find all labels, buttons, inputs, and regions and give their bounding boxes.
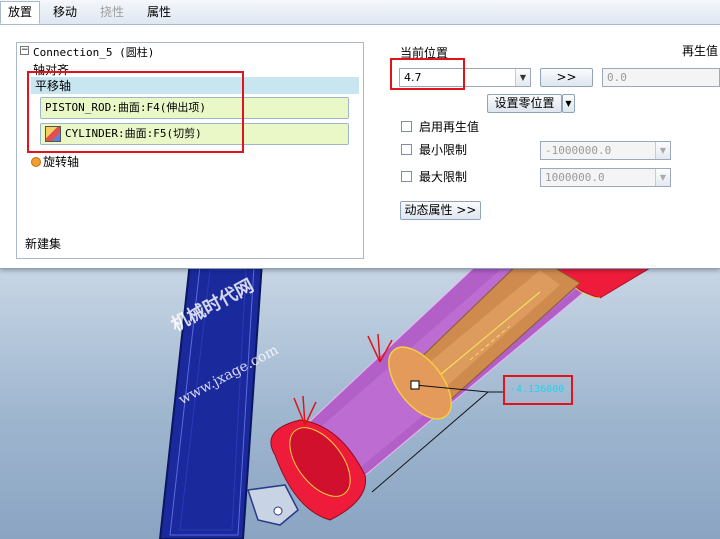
set-zero-position-button[interactable]: 设置零位置 [487, 94, 562, 113]
regen-value-label: 再生值 [682, 44, 719, 58]
apply-arrow-button[interactable]: >> [540, 68, 593, 87]
rotation-axis-bullet-icon [31, 157, 41, 167]
model-scene [158, 262, 661, 539]
regen-value-text: 0.0 [607, 71, 627, 84]
tab-move[interactable]: 移动 [46, 2, 84, 23]
dimension-value[interactable]: -4.136000 [510, 384, 564, 395]
min-limit-field: -1000000.0 ▼ [540, 141, 671, 160]
placement-dialog: 放置 移动 挠性 属性 − Connection_5 (圆柱) 轴对齐 平移轴 … [0, 0, 720, 269]
tab-flexibility: 挠性 [100, 5, 125, 19]
tab-bar: 放置 移动 挠性 属性 [0, 0, 720, 25]
min-limit-checkbox[interactable] [401, 144, 412, 155]
model-viewport[interactable]: 机械时代网 www.jxage.com -4.136000 [0, 262, 720, 539]
enable-regen-checkbox[interactable] [401, 121, 412, 132]
chevron-down-icon[interactable]: ▼ [515, 69, 530, 86]
min-limit-value: -1000000.0 [545, 144, 612, 157]
tree-rotation-axis-item[interactable]: 旋转轴 [43, 153, 79, 170]
collapse-icon[interactable]: − [20, 46, 29, 55]
chevron-down-icon: ▼ [655, 169, 670, 186]
tab-properties[interactable]: 属性 [140, 2, 178, 23]
max-limit-checkbox[interactable] [401, 171, 412, 182]
chevron-down-icon: ▼ [655, 142, 670, 159]
min-limit-label: 最小限制 [419, 143, 468, 157]
current-position-highlight-box [390, 58, 465, 90]
drag-handle[interactable] [410, 380, 420, 390]
new-set-link[interactable]: 新建集 [25, 235, 61, 252]
regen-value-field: 0.0 [602, 68, 720, 87]
tab-placement[interactable]: 放置 [0, 1, 41, 24]
tree-connection-item[interactable]: Connection_5 (圆柱) [33, 44, 154, 60]
translation-axis-highlight-box [27, 71, 244, 153]
max-limit-label: 最大限制 [419, 170, 468, 184]
dynamic-properties-button[interactable]: 动态属性 >> [400, 201, 481, 220]
bracket-part [247, 484, 299, 526]
set-zero-dropdown-icon[interactable]: ▼ [562, 94, 575, 113]
max-limit-field: 1000000.0 ▼ [540, 168, 671, 187]
enable-regen-label: 启用再生值 [419, 120, 480, 134]
max-limit-value: 1000000.0 [545, 171, 605, 184]
